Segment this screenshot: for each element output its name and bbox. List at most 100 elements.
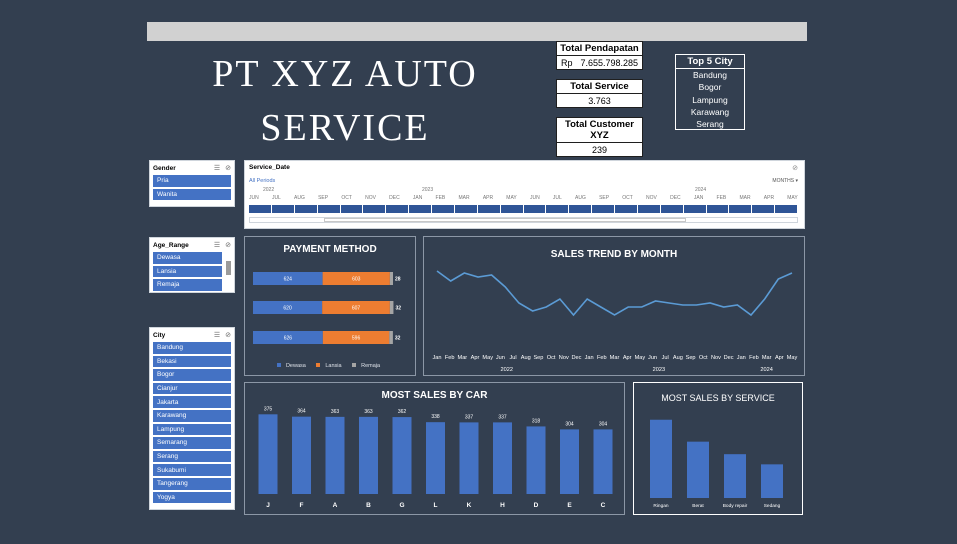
- timeline-month[interactable]: JUN: [530, 195, 540, 201]
- timeline-segment[interactable]: [341, 205, 364, 213]
- slicer-item-lansia[interactable]: Lansia: [153, 265, 222, 278]
- clear-filter-icon[interactable]: ⊘: [225, 164, 231, 172]
- slicer-item-city[interactable]: Karawang: [153, 409, 231, 422]
- multi-select-icon[interactable]: ☰: [214, 241, 220, 249]
- slicer-item-city[interactable]: Yogya: [153, 491, 231, 504]
- timeline-month[interactable]: MAR: [458, 195, 469, 201]
- timeline-segment[interactable]: [363, 205, 387, 213]
- timeline-segment[interactable]: [272, 205, 295, 213]
- kpi-total-pendapatan: Total Pendapatan Rp 7.655.798.285: [556, 41, 643, 70]
- timeline-segment[interactable]: [752, 205, 776, 213]
- sales-trend-plot: Jan Feb Mar Apr May Jun Jul Aug Sep Oct Nov Dec Jan F…: [432, 270, 797, 373]
- x-tick-label: Jun: [496, 355, 505, 361]
- x-tick-label: Nov: [711, 355, 721, 361]
- city-slicer[interactable]: City ☰ ⊘ Bandung Bekasi Bogor Cianjur Jakart…: [149, 327, 235, 510]
- timeline-segment[interactable]: [638, 205, 661, 213]
- slicer-item-city[interactable]: Bandung: [153, 342, 231, 354]
- timeline-month[interactable]: SEP: [318, 195, 328, 201]
- car-bar: [526, 426, 546, 494]
- timeline-scrollbar[interactable]: [249, 217, 798, 223]
- timeline-month[interactable]: FEB: [717, 195, 727, 201]
- clear-filter-icon[interactable]: ⊘: [225, 241, 231, 249]
- slicer-title: Age_Range: [153, 241, 189, 249]
- timeline-title: Service_Date: [249, 164, 290, 171]
- age-range-slicer[interactable]: Age_Range ☰ ⊘ Dewasa Lansia Remaja: [149, 237, 235, 293]
- timeline-segment[interactable]: [409, 205, 432, 213]
- timeline-segment[interactable]: [386, 205, 410, 213]
- timeline-month[interactable]: NOV: [646, 195, 657, 201]
- timeline-month[interactable]: DEC: [389, 195, 400, 201]
- timeline-segment[interactable]: [569, 205, 593, 213]
- gender-slicer[interactable]: Gender ☰ ⊘ Pria Wanita: [149, 160, 235, 207]
- slicer-item-city[interactable]: Semarang: [153, 437, 231, 449]
- timeline-month[interactable]: DEC: [670, 195, 681, 201]
- slicer-item-wanita[interactable]: Wanita: [153, 188, 231, 201]
- multi-select-icon[interactable]: ☰: [214, 164, 220, 172]
- slicer-item-city[interactable]: Bogor: [153, 369, 231, 381]
- timeline-segment[interactable]: [295, 205, 318, 213]
- timeline-month[interactable]: JUN: [249, 195, 259, 201]
- timeline-segment[interactable]: [684, 205, 707, 213]
- timeline-segment[interactable]: [775, 205, 798, 213]
- slicer-scrollbar[interactable]: [226, 261, 231, 275]
- timeline-month[interactable]: FEB: [436, 195, 446, 201]
- timeline-year: 2023: [422, 187, 434, 193]
- timeline-month[interactable]: JAN: [413, 195, 422, 201]
- time-level-dropdown[interactable]: MONTHS ▾: [772, 178, 798, 184]
- scroll-thumb[interactable]: [324, 218, 686, 222]
- timeline-segment[interactable]: [501, 205, 524, 213]
- slicer-item-pria[interactable]: Pria: [153, 175, 231, 187]
- timeline-segment[interactable]: [249, 205, 272, 213]
- legend-item: Lansia: [316, 363, 344, 369]
- x-tick-label: Apr: [775, 355, 784, 361]
- timeline-segment[interactable]: [661, 205, 684, 213]
- timeline-segment[interactable]: [546, 205, 570, 213]
- timeline-month[interactable]: OCT: [622, 195, 633, 201]
- service-bar: [724, 454, 746, 498]
- car-data-label: 318: [532, 418, 541, 424]
- timeline-month[interactable]: JUL: [553, 195, 562, 201]
- x-tick-label: Aug: [673, 355, 683, 361]
- timeline-segment[interactable]: [318, 205, 341, 213]
- x-tick-label: Feb: [597, 355, 607, 361]
- timeline-period-bar[interactable]: [249, 205, 798, 213]
- timeline-segment[interactable]: [707, 205, 730, 213]
- x-tick-label: May: [482, 355, 493, 361]
- timeline-month[interactable]: MAY: [506, 195, 516, 201]
- timeline-segment[interactable]: [455, 205, 478, 213]
- timeline-month[interactable]: OCT: [341, 195, 352, 201]
- payment-data-label: 32: [395, 306, 401, 312]
- timeline-segment[interactable]: [524, 205, 547, 213]
- timeline-segment[interactable]: [432, 205, 455, 213]
- timeline-month[interactable]: SEP: [599, 195, 609, 201]
- slicer-item-city[interactable]: Lampung: [153, 423, 231, 436]
- slicer-item-city[interactable]: Jakarta: [153, 396, 231, 408]
- slicer-item-dewasa[interactable]: Dewasa: [153, 252, 222, 264]
- timeline-segment[interactable]: [729, 205, 753, 213]
- timeline-month[interactable]: AUG: [575, 195, 586, 201]
- timeline-month[interactable]: JUL: [272, 195, 281, 201]
- timeline-month[interactable]: NOV: [365, 195, 376, 201]
- timeline-month[interactable]: APR: [483, 195, 493, 201]
- slicer-item-city[interactable]: Cianjur: [153, 382, 231, 395]
- service-date-timeline[interactable]: Service_Date ⊘ All Periods MONTHS ▾ 2022…: [244, 160, 805, 229]
- slicer-item-remaja[interactable]: Remaja: [153, 279, 222, 291]
- timeline-segment[interactable]: [592, 205, 615, 213]
- timeline-segment[interactable]: [478, 205, 501, 213]
- timeline-month[interactable]: MAR: [739, 195, 750, 201]
- timeline-month[interactable]: AUG: [294, 195, 305, 201]
- timeline-month[interactable]: JAN: [694, 195, 703, 201]
- car-data-label: 375: [264, 406, 273, 412]
- timeline-month[interactable]: MAY: [787, 195, 797, 201]
- clear-filter-icon[interactable]: ⊘: [225, 331, 231, 339]
- slicer-item-city[interactable]: Tangerang: [153, 477, 231, 490]
- slicer-item-city[interactable]: Sukabumi: [153, 464, 231, 476]
- legend-item: Remaja: [352, 363, 383, 369]
- slicer-item-city[interactable]: Serang: [153, 450, 231, 463]
- car-data-label: 363: [331, 409, 340, 415]
- timeline-segment[interactable]: [615, 205, 638, 213]
- clear-filter-icon[interactable]: ⊘: [792, 164, 798, 172]
- multi-select-icon[interactable]: ☰: [214, 331, 220, 339]
- timeline-month[interactable]: APR: [764, 195, 774, 201]
- slicer-item-city[interactable]: Bekasi: [153, 355, 231, 368]
